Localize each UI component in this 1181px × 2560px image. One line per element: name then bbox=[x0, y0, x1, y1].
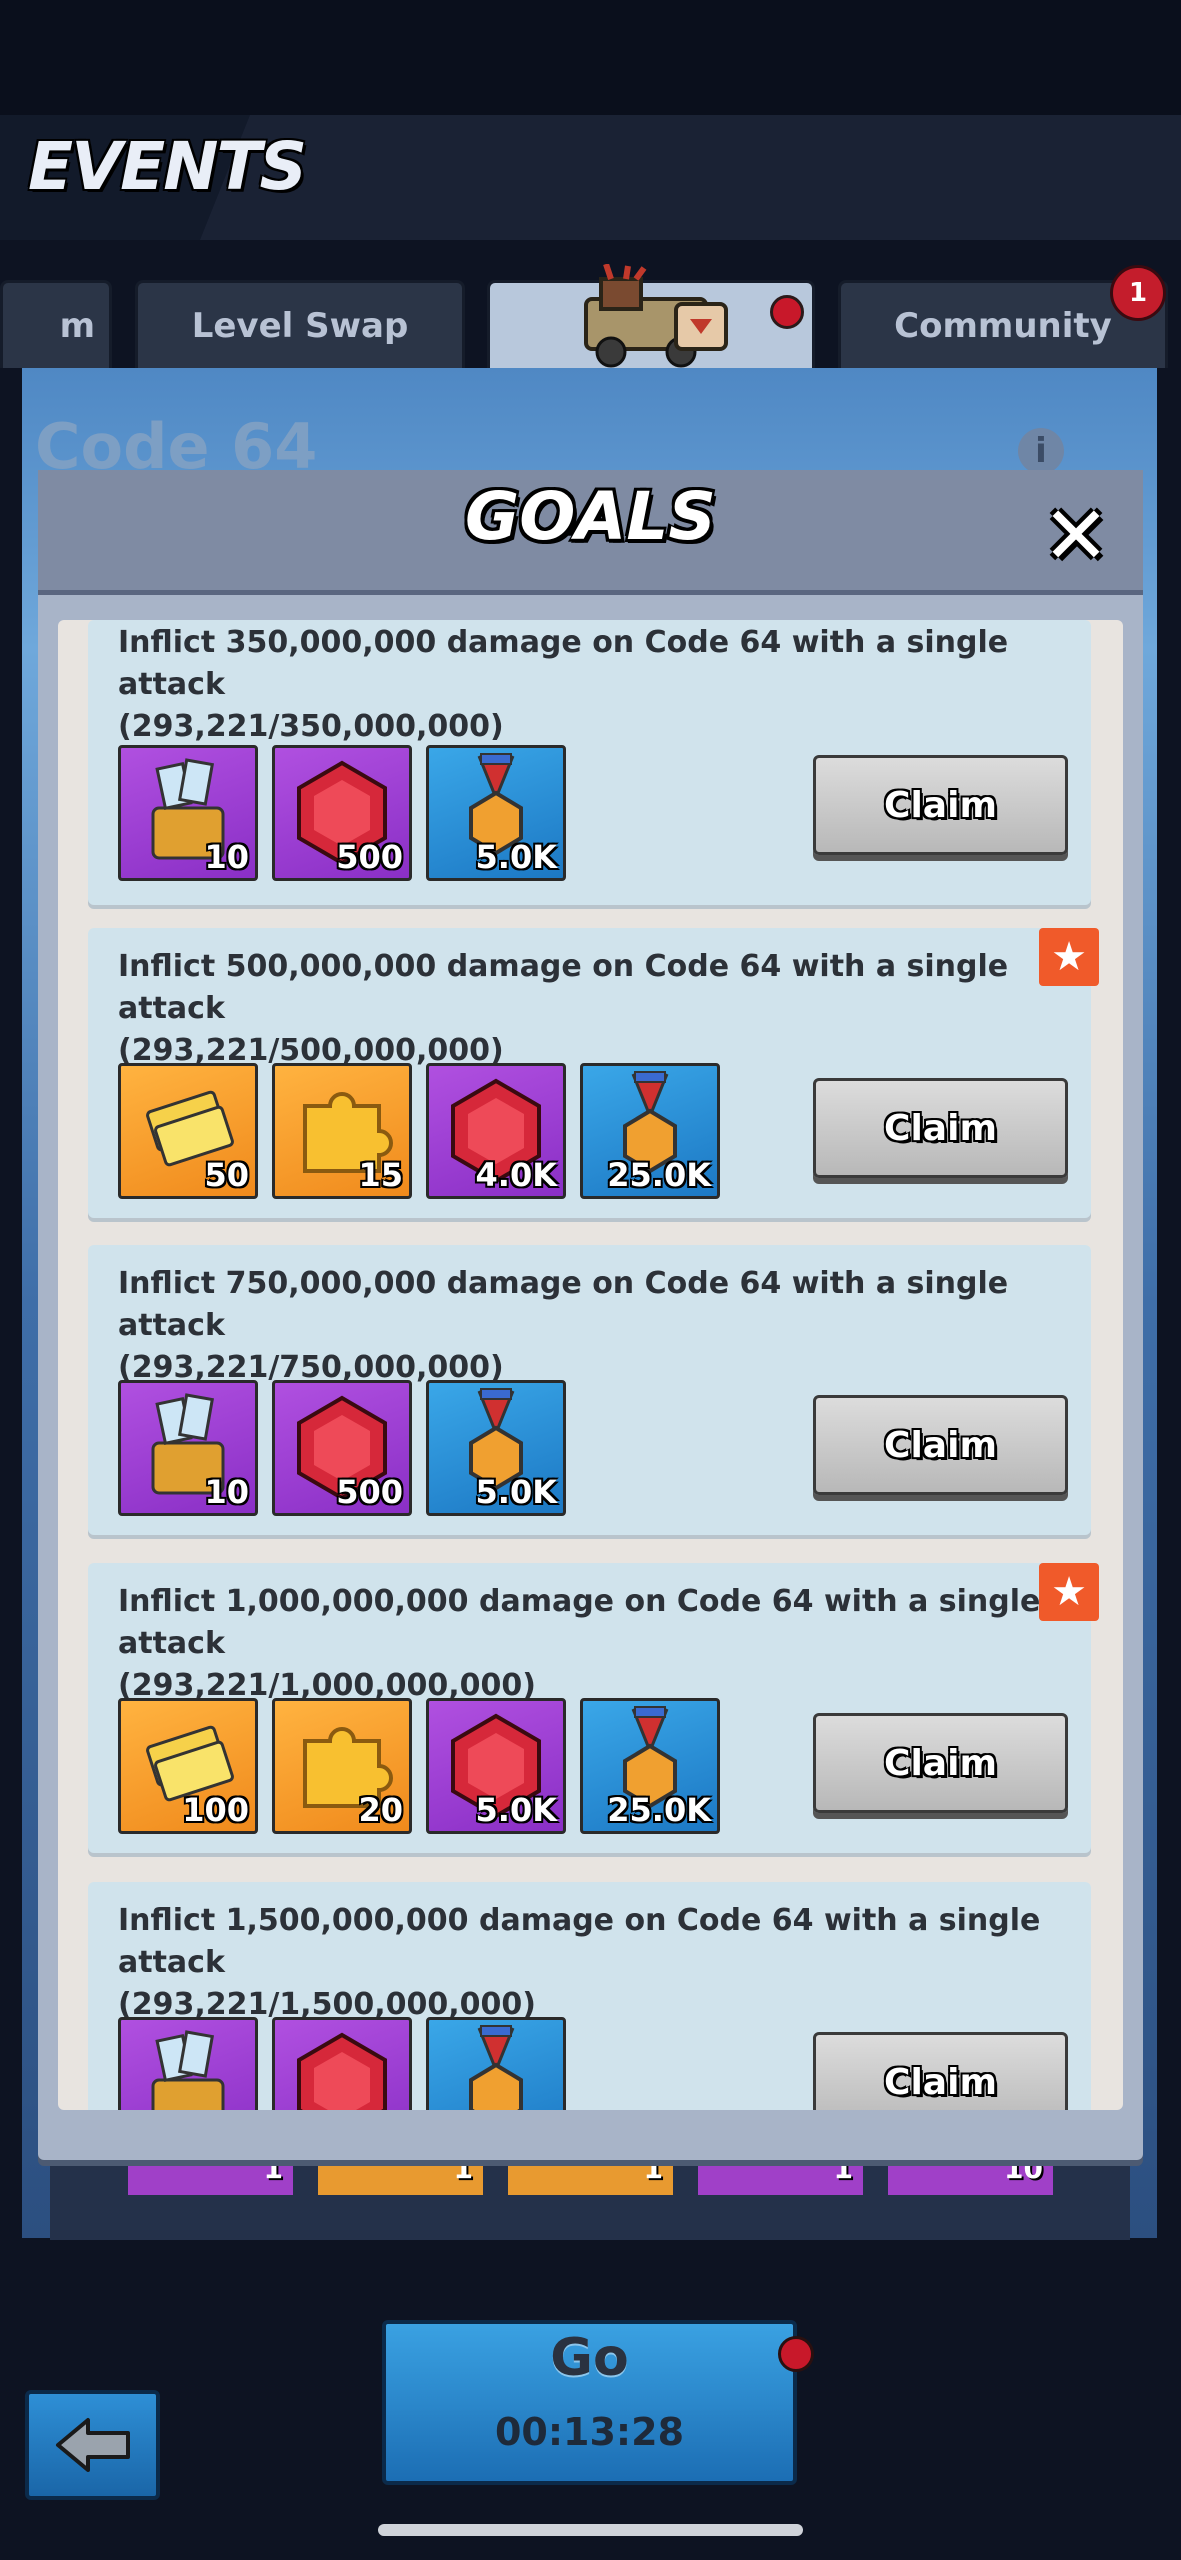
gem-icon[interactable]: 500 bbox=[272, 745, 412, 881]
goal-description: Inflict 1,500,000,000 damage on Code 64 … bbox=[118, 1903, 1041, 2022]
tab-partial[interactable]: m bbox=[0, 280, 112, 368]
gem-icon[interactable]: 500 bbox=[272, 1380, 412, 1516]
medal-icon[interactable]: 25.0K bbox=[580, 1698, 720, 1834]
back-arrow-icon bbox=[55, 2418, 130, 2472]
notification-dot bbox=[778, 2336, 814, 2372]
ticket-chest-icon[interactable]: 10 bbox=[118, 1380, 258, 1516]
claim-button[interactable]: Claim bbox=[813, 2032, 1068, 2110]
tab-level-swap[interactable]: Level Swap bbox=[135, 280, 465, 368]
back-button[interactable] bbox=[25, 2390, 160, 2500]
puzzle-piece-icon[interactable]: 20 bbox=[272, 1698, 412, 1834]
tab-label: m bbox=[59, 305, 95, 346]
info-icon[interactable]: i bbox=[1018, 428, 1064, 474]
goal-card: ★ Inflict 500,000,000 damage on Code 64 … bbox=[88, 928, 1099, 1218]
notification-badge: 1 bbox=[1110, 265, 1166, 321]
go-timer: 00:13:28 bbox=[494, 2410, 685, 2454]
medal-icon[interactable]: 5.0K bbox=[426, 1380, 566, 1516]
goal-description: Inflict 1,000,000,000 damage on Code 64 … bbox=[118, 1584, 1041, 1703]
gold-ticket-icon[interactable]: 100 bbox=[118, 1698, 258, 1834]
goal-description: Inflict 750,000,000 damage on Code 64 wi… bbox=[118, 1266, 1009, 1385]
goal-card: Inflict 350,000,000 damage on Code 64 wi… bbox=[88, 620, 1091, 905]
gold-ticket-icon[interactable]: 50 bbox=[118, 1063, 258, 1199]
goal-card: Inflict 1,500,000,000 damage on Code 64 … bbox=[88, 1882, 1091, 2110]
ticket-chest-icon[interactable] bbox=[118, 2017, 258, 2110]
ticket-chest-icon[interactable]: 10 bbox=[118, 745, 258, 881]
reward-quantity: 20 bbox=[358, 1791, 403, 1829]
page-title: EVENTS bbox=[28, 128, 307, 205]
notification-dot bbox=[770, 295, 804, 329]
tab-code-64[interactable] bbox=[487, 264, 815, 375]
reward-quantity: 4.0K bbox=[475, 1156, 557, 1194]
goal-card: ★ Inflict 1,000,000,000 damage on Code 6… bbox=[88, 1563, 1099, 1853]
go-button-label: Go bbox=[550, 2328, 629, 2388]
gem-icon[interactable] bbox=[272, 2017, 412, 2110]
modal-title: GOALS bbox=[465, 478, 716, 555]
reward-quantity: 5.0K bbox=[475, 1791, 557, 1829]
tab-label: Level Swap bbox=[191, 305, 409, 346]
medal-icon[interactable]: 5.0K bbox=[426, 745, 566, 881]
puzzle-piece-icon[interactable]: 15 bbox=[272, 1063, 412, 1199]
reward-quantity: 25.0K bbox=[607, 1791, 711, 1829]
reward-quantity: 500 bbox=[336, 838, 403, 876]
goals-list[interactable]: Inflict 350,000,000 damage on Code 64 wi… bbox=[58, 620, 1123, 2110]
reward-quantity: 5.0K bbox=[475, 1473, 557, 1511]
reward-quantity: 100 bbox=[182, 1791, 249, 1829]
claim-button[interactable]: Claim bbox=[813, 1713, 1068, 1813]
tab-label: Community bbox=[894, 305, 1112, 346]
reward-quantity: 10 bbox=[204, 838, 249, 876]
medal-icon[interactable] bbox=[426, 2017, 566, 2110]
medal-icon[interactable]: 25.0K bbox=[580, 1063, 720, 1199]
reward-quantity: 10 bbox=[204, 1473, 249, 1511]
reward-quantity: 50 bbox=[204, 1156, 249, 1194]
event-vehicle-icon bbox=[584, 264, 728, 368]
claim-button[interactable]: Claim bbox=[813, 1078, 1068, 1178]
claim-button[interactable]: Claim bbox=[813, 1395, 1068, 1495]
reward-quantity: 5.0K bbox=[475, 838, 557, 876]
close-icon[interactable]: ✕ bbox=[1040, 496, 1112, 576]
reward-quantity: 25.0K bbox=[607, 1156, 711, 1194]
gem-icon[interactable]: 5.0K bbox=[426, 1698, 566, 1834]
home-indicator[interactable] bbox=[378, 2524, 803, 2536]
goal-description: Inflict 500,000,000 damage on Code 64 wi… bbox=[118, 949, 1009, 1068]
reward-quantity: 500 bbox=[336, 1473, 403, 1511]
claim-button[interactable]: Claim bbox=[813, 755, 1068, 855]
goal-description: Inflict 350,000,000 damage on Code 64 wi… bbox=[118, 625, 1009, 744]
reward-quantity: 15 bbox=[358, 1156, 403, 1194]
goal-card: Inflict 750,000,000 damage on Code 64 wi… bbox=[88, 1245, 1091, 1535]
status-bar bbox=[0, 0, 1181, 115]
gem-icon[interactable]: 4.0K bbox=[426, 1063, 566, 1199]
